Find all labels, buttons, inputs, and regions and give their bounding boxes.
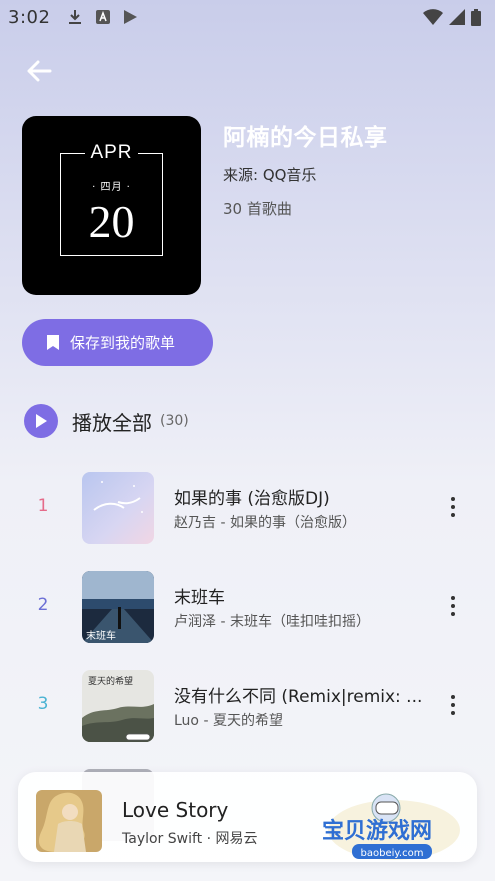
song-title: 没有什么不同 (Remix|remix: ... (174, 687, 423, 707)
song-title: 末班车 (174, 588, 225, 608)
save-to-playlist-button[interactable]: 保存到我的歌单 (22, 319, 213, 366)
more-vert-icon (451, 695, 455, 699)
song-art-caption: 末班车 (86, 629, 116, 642)
song-art-caption: 夏天的希望 (88, 675, 133, 687)
status-time: 3:02 (8, 6, 51, 28)
song-subtitle: Luo - 夏天的希望 (174, 713, 283, 729)
wifi-icon (423, 9, 443, 25)
play-all-count: (30) (160, 413, 189, 429)
cover-day: 20 (88, 196, 135, 247)
play-icon (36, 414, 47, 428)
play-all-button[interactable]: 播放全部 (30) (24, 404, 189, 438)
song-row-3[interactable]: 3 夏天的希望 没有什么不同 (Remix|remix: ... Luo - 夏… (0, 666, 495, 746)
song-subtitle: 赵乃吉 - 如果的事（治愈版） (174, 515, 356, 531)
song-index: 3 (37, 694, 49, 714)
song-artwork: 夏天的希望 (82, 670, 154, 742)
save-button-label: 保存到我的歌单 (70, 334, 176, 352)
now-playing-title: Love Story (122, 798, 229, 822)
watermark-text: 宝贝游戏网 (322, 818, 432, 844)
back-button[interactable] (22, 56, 56, 86)
play-store-icon (124, 10, 138, 24)
playlist-song-count: 30 首歌曲 (223, 200, 292, 218)
song-subtitle: 卢润泽 - 末班车（哇扣哇扣摇） (174, 614, 370, 630)
song-index: 2 (37, 595, 49, 615)
more-options-button[interactable] (441, 591, 465, 621)
song-artwork (82, 472, 154, 544)
more-options-button[interactable] (441, 492, 465, 522)
watermark-url: baobeiy.com (361, 848, 424, 859)
now-playing-artwork (36, 790, 102, 852)
song-row-2[interactable]: 2 末班车 末班车 卢润泽 - 末班车（哇扣哇扣摇） (0, 567, 495, 647)
playlist-source: 来源: QQ音乐 (223, 166, 317, 184)
bookmark-icon (47, 335, 59, 350)
now-playing-subtitle: Taylor Swift · 网易云 (122, 831, 258, 847)
text-a-icon (96, 10, 111, 24)
download-icon (69, 10, 82, 24)
song-index: 1 (37, 496, 49, 516)
more-options-button[interactable] (441, 690, 465, 720)
cover-month: APR (90, 142, 133, 163)
play-all-circle (24, 404, 58, 438)
more-vert-icon (451, 596, 455, 600)
song-row-1[interactable]: 1 如果的事 (治愈版DJ) 赵乃吉 - 如果的事（治愈版） (0, 468, 495, 548)
song-title: 如果的事 (治愈版DJ) (174, 489, 330, 509)
playlist-cover: APR · 四月 · 20 (22, 116, 201, 295)
more-vert-icon (451, 497, 455, 501)
signal-icon (449, 9, 465, 25)
arrow-left-icon (27, 60, 52, 82)
playlist-title: 阿楠的今日私享 (223, 125, 388, 151)
cover-cn-month: · 四月 · (92, 182, 131, 193)
battery-icon (471, 8, 481, 26)
watermark-logo: 宝贝游戏网 baobeiy.com (322, 793, 460, 860)
play-all-label: 播放全部 (72, 410, 152, 435)
song-artwork: 末班车 (82, 571, 154, 643)
status-bar: 3:02 (0, 0, 495, 34)
